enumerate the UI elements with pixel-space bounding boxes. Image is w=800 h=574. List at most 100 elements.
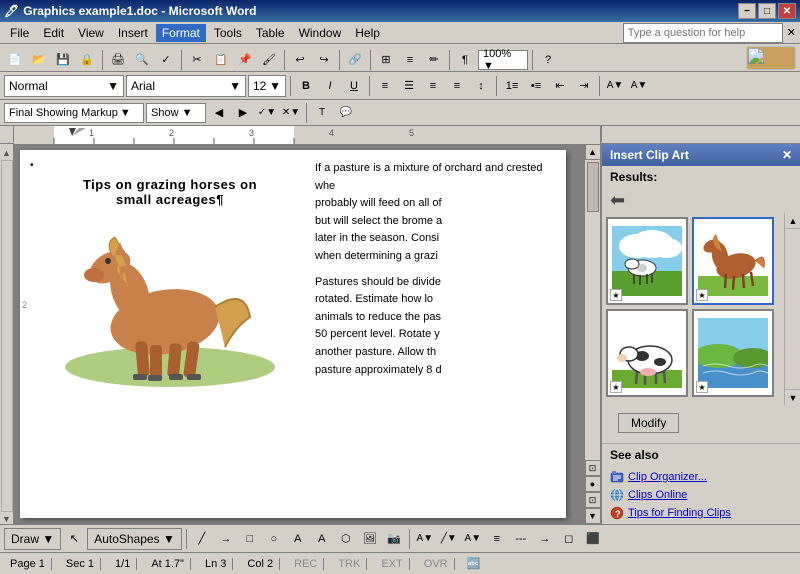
- align-left-btn[interactable]: ≡: [374, 75, 396, 97]
- clip-item-4[interactable]: ★: [692, 309, 774, 397]
- line-style-btn[interactable]: ≡: [486, 528, 508, 550]
- style-dropdown[interactable]: Normal▼: [4, 75, 124, 97]
- help-search-input[interactable]: [628, 27, 778, 39]
- menu-format[interactable]: Format: [156, 24, 206, 42]
- format-painter-btn[interactable]: 🖌: [258, 49, 280, 71]
- menu-table[interactable]: Table: [250, 24, 291, 42]
- font-dropdown[interactable]: Arial▼: [126, 75, 246, 97]
- table-btn[interactable]: ⊞: [375, 49, 397, 71]
- modify-button[interactable]: Modify: [618, 413, 679, 433]
- size-dropdown[interactable]: 12▼: [248, 75, 286, 97]
- paste-btn[interactable]: 📌: [234, 49, 256, 71]
- cursor-btn[interactable]: ↖: [63, 528, 85, 550]
- open-btn[interactable]: 📂: [28, 49, 50, 71]
- clip-panel-close-btn[interactable]: ✕: [782, 148, 792, 162]
- align-center-btn[interactable]: ☰: [398, 75, 420, 97]
- clip-back-btn[interactable]: ⬅: [610, 190, 625, 210]
- copy-btn[interactable]: 📋: [210, 49, 232, 71]
- track-changes-btn[interactable]: T: [311, 102, 333, 124]
- print-btn[interactable]: 🖨: [107, 49, 129, 71]
- scroll-up-btn[interactable]: ▲: [585, 144, 601, 160]
- menu-tools[interactable]: Tools: [208, 24, 248, 42]
- menu-insert[interactable]: Insert: [112, 24, 154, 42]
- clip-item-1[interactable]: ★: [606, 217, 688, 305]
- clip-item-3[interactable]: ★: [606, 309, 688, 397]
- left-scroll[interactable]: [1, 160, 13, 512]
- 3d-btn[interactable]: ⬛: [582, 528, 604, 550]
- increase-indent-btn[interactable]: ⇥: [573, 75, 595, 97]
- close-button[interactable]: ✕: [778, 3, 796, 19]
- help-close-btn[interactable]: ✕: [787, 26, 796, 39]
- autoshapes-dropdown[interactable]: AutoShapes ▼: [87, 528, 182, 550]
- menu-file[interactable]: File: [4, 24, 35, 42]
- justify-btn[interactable]: ≡: [446, 75, 468, 97]
- textbox-btn[interactable]: A: [287, 528, 309, 550]
- drawing-btn[interactable]: ✏: [423, 49, 445, 71]
- hyperlink-btn[interactable]: 🔗: [344, 49, 366, 71]
- align-right-btn[interactable]: ≡: [422, 75, 444, 97]
- clip-item-2[interactable]: ★: [692, 217, 774, 305]
- columns-btn[interactable]: ≡: [399, 49, 421, 71]
- preview-btn[interactable]: 🔍: [131, 49, 153, 71]
- wordart-btn[interactable]: A: [311, 528, 333, 550]
- clipart-btn[interactable]: 🖼: [359, 528, 381, 550]
- clip-scroll-up[interactable]: ▲: [785, 213, 800, 229]
- fill-color-btn[interactable]: A▼: [414, 528, 436, 550]
- next-page-btn[interactable]: ⊡: [585, 492, 601, 508]
- bul-list-btn[interactable]: •≡: [525, 75, 547, 97]
- font-color-btn[interactable]: A▼: [628, 75, 650, 97]
- italic-button[interactable]: I: [319, 75, 341, 97]
- zoom-dropdown[interactable]: 100% ▼: [478, 50, 528, 70]
- show-hide-btn[interactable]: ¶: [454, 49, 476, 71]
- draw-dropdown[interactable]: Draw ▼: [4, 528, 61, 550]
- undo-btn[interactable]: ↩: [289, 49, 311, 71]
- prev-change-btn[interactable]: ◀: [208, 102, 230, 124]
- clip-panel-scroll[interactable]: ▲ ▼: [784, 213, 800, 405]
- markup-dropdown[interactable]: Final Showing Markup▼: [4, 103, 144, 123]
- scroll-thumb[interactable]: [587, 162, 599, 212]
- vertical-scrollbar[interactable]: ▲ ⊡ ● ⊡ ▼: [584, 144, 600, 524]
- dash-style-btn[interactable]: ---: [510, 528, 532, 550]
- line-color-btn[interactable]: ╱▼: [438, 528, 460, 550]
- scroll-down-btn[interactable]: ▼: [585, 508, 601, 524]
- cut-btn[interactable]: ✂: [186, 49, 208, 71]
- comment-btn[interactable]: 💬: [335, 102, 357, 124]
- redo-btn[interactable]: ↪: [313, 49, 335, 71]
- spell-btn[interactable]: ✓: [155, 49, 177, 71]
- reject-change-btn[interactable]: ✕▼: [280, 102, 302, 124]
- font-color-btn2[interactable]: A▼: [462, 528, 484, 550]
- maximize-button[interactable]: □: [758, 3, 776, 19]
- see-also-online[interactable]: Clips Online: [602, 486, 800, 504]
- menu-view[interactable]: View: [72, 24, 110, 42]
- line-btn[interactable]: ╱: [191, 528, 213, 550]
- new-btn[interactable]: 📄: [4, 49, 26, 71]
- minimize-button[interactable]: −: [738, 3, 756, 19]
- save-btn[interactable]: 💾: [52, 49, 74, 71]
- next-change-btn[interactable]: ▶: [232, 102, 254, 124]
- diagram-btn[interactable]: ⬡: [335, 528, 357, 550]
- image-btn[interactable]: 📷: [383, 528, 405, 550]
- rect-btn[interactable]: □: [239, 528, 261, 550]
- menu-edit[interactable]: Edit: [37, 24, 70, 42]
- oval-btn[interactable]: ○: [263, 528, 285, 550]
- accept-change-btn[interactable]: ✓▼: [256, 102, 278, 124]
- decrease-indent-btn[interactable]: ⇤: [549, 75, 571, 97]
- highlight-btn[interactable]: A▼: [604, 75, 626, 97]
- permission-btn[interactable]: 🔒: [76, 49, 98, 71]
- prev-page-btn[interactable]: ⊡: [585, 460, 601, 476]
- arrow-style-btn[interactable]: →: [534, 528, 556, 550]
- shadow-btn[interactable]: ◻: [558, 528, 580, 550]
- see-also-organizer[interactable]: Clip Organizer...: [602, 468, 800, 486]
- num-list-btn[interactable]: 1≡: [501, 75, 523, 97]
- menu-help[interactable]: Help: [349, 24, 386, 42]
- help-btn[interactable]: ?: [537, 49, 559, 71]
- arrow-btn[interactable]: →: [215, 528, 237, 550]
- underline-button[interactable]: U: [343, 75, 365, 97]
- see-also-tips[interactable]: ? Tips for Finding Clips: [602, 504, 800, 522]
- menu-window[interactable]: Window: [293, 24, 348, 42]
- select-obj-btn[interactable]: ●: [585, 476, 601, 492]
- show-dropdown[interactable]: Show ▼: [146, 103, 206, 123]
- clip-scroll-down[interactable]: ▼: [785, 389, 800, 405]
- line-spacing-btn[interactable]: ↕: [470, 75, 492, 97]
- bold-button[interactable]: B: [295, 75, 317, 97]
